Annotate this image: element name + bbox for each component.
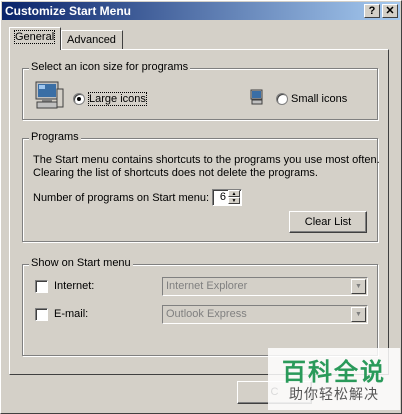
spin-down-arrow-icon[interactable]: ▼ [228,197,240,204]
program-count-value: 6 [219,191,226,203]
programs-group: Programs The Start menu contains shortcu… [22,131,380,242]
baike-watermark: 百科全说 助你轻松解决 [268,348,400,410]
programs-group-title: Programs [29,131,81,143]
show-on-start-menu-group-title: Show on Start menu [29,257,133,269]
icon-size-group-title: Select an icon size for programs [29,61,191,73]
help-button[interactable]: ? [364,4,380,18]
program-count-spinner[interactable]: ▲ ▼ [228,190,240,205]
large-icons-computer-icon [33,79,65,111]
email-label: E-mail: [54,308,89,320]
small-icons-computer-icon [249,89,265,105]
window-title: Customize Start Menu [5,4,132,18]
title-bar[interactable]: Customize Start Menu ? ✕ [2,2,400,20]
large-icons-label[interactable]: Large icons [88,92,147,106]
small-icons-label[interactable]: Small icons [291,93,347,105]
show-on-start-menu-group: Show on Start menu Internet: Internet Ex… [22,257,378,356]
programs-description-line1: The Start menu contains shortcuts to the… [33,154,380,166]
icon-size-group: Select an icon size for programs Large i… [22,61,378,120]
internet-browser-value: Internet Explorer [166,280,248,292]
program-count-input[interactable]: 6 ▲ ▼ [212,189,242,206]
chevron-down-icon: ▼ [351,307,366,322]
tab-general[interactable]: General [9,27,61,50]
small-icons-radio[interactable] [276,93,288,105]
internet-checkbox[interactable] [35,280,48,293]
spin-up-arrow-icon[interactable]: ▲ [228,190,240,197]
clear-list-button[interactable]: Clear List [289,211,367,233]
close-button[interactable]: ✕ [382,4,398,18]
program-count-label: Number of programs on Start menu: [33,192,210,204]
watermark-sub-text: 助你轻松解决 [289,386,379,402]
internet-label: Internet: [54,280,95,292]
chevron-down-icon: ▼ [351,279,366,294]
tab-advanced[interactable]: Advanced [61,30,123,49]
large-icons-radio-dot [77,97,81,101]
email-checkbox[interactable] [35,308,48,321]
tab-advanced-label: Advanced [67,34,116,46]
internet-browser-select: Internet Explorer ▼ [162,277,368,296]
watermark-main-text: 百科全说 [282,359,386,386]
programs-description-line2: Clearing the list of shortcuts does not … [33,167,318,179]
large-icons-radio[interactable] [73,93,85,105]
general-tab-panel: Select an icon size for programs Large i… [9,49,389,375]
tab-general-label: General [13,30,56,44]
large-icons-text: Large icons [89,93,146,105]
email-client-value: Outlook Express [166,308,247,320]
email-client-select: Outlook Express ▼ [162,305,368,324]
